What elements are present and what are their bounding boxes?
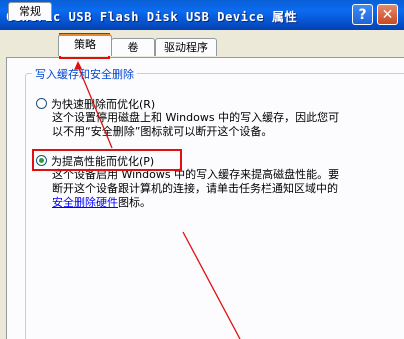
tab-label: 策略	[74, 38, 96, 51]
tab-policies[interactable]: 策略	[58, 34, 112, 56]
annotation-arrow-to-tab	[77, 65, 113, 149]
arrow-head-icon	[74, 61, 82, 70]
annotation-arrow-to-option	[182, 231, 241, 339]
